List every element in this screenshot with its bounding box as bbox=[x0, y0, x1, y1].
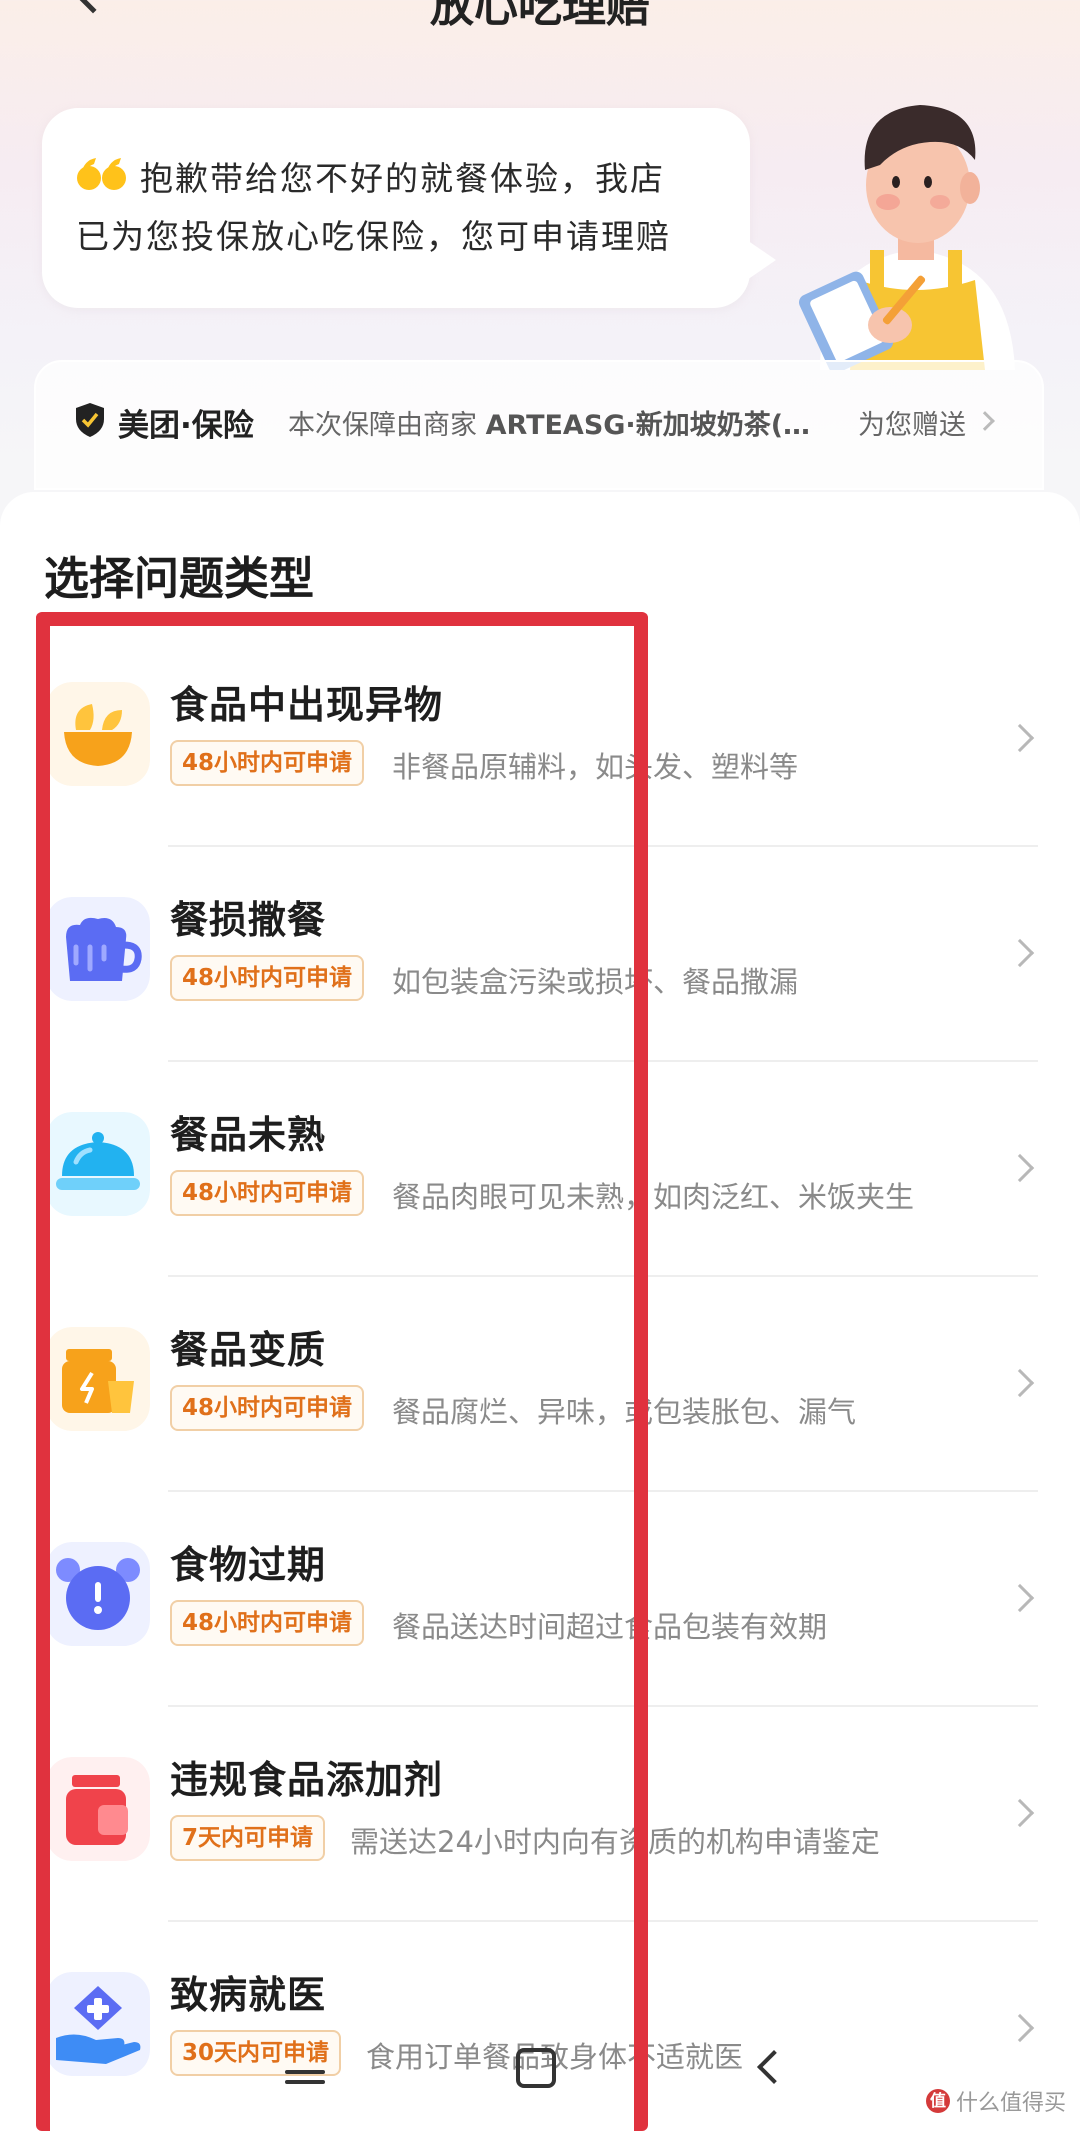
shield-check-icon bbox=[76, 403, 104, 437]
cloche-icon bbox=[46, 1112, 150, 1216]
issue-item-foreign-object[interactable]: 食品中出现异物 48小时内可申请 非餐品原辅料，如头发、塑料等 bbox=[0, 632, 1080, 847]
bubble-line-2: 已为您投保放心吃保险，您可申请理赔 bbox=[76, 217, 671, 256]
issue-name: 食物过期 bbox=[170, 1543, 327, 1587]
watermark-text: 什么值得买 bbox=[955, 2091, 1066, 2116]
issue-name: 食品中出现异物 bbox=[170, 683, 444, 727]
bubble-line-1: 抱歉带给您不好的就餐体验，我店 bbox=[140, 159, 665, 198]
chevron-right-icon bbox=[1005, 723, 1035, 753]
insurance-text-prefix: 本次保障由商家 bbox=[288, 410, 477, 441]
watermark-logo: 值 bbox=[925, 2089, 950, 2113]
issue-name: 餐品未熟 bbox=[170, 1113, 327, 1157]
spoiled-jar-icon bbox=[46, 1327, 150, 1431]
issue-description: 非餐品原辅料，如头发、塑料等 bbox=[392, 750, 799, 784]
issue-list: 食品中出现异物 48小时内可申请 非餐品原辅料，如头发、塑料等 餐损撒餐 48小… bbox=[0, 632, 1080, 2131]
insurance-strip[interactable]: 美团·保险 本次保障由商家 ARTEASG·新加坡奶茶(… 为您赠送 bbox=[34, 360, 1044, 490]
chevron-right-icon bbox=[1005, 1798, 1035, 1828]
waiter-character-illustration bbox=[799, 105, 1015, 370]
bottle-icon bbox=[46, 1757, 150, 1861]
insurance-description: 本次保障由商家 ARTEASG·新加坡奶茶(… bbox=[288, 403, 810, 442]
time-limit-badge: 48小时内可申请 bbox=[170, 1170, 365, 1216]
chevron-right-icon bbox=[1005, 938, 1035, 968]
spilled-cup-icon bbox=[46, 897, 150, 1001]
time-limit-badge: 48小时内可申请 bbox=[170, 955, 365, 1001]
issue-name: 餐品变质 bbox=[170, 1328, 327, 1372]
apology-bubble: 抱歉带给您不好的就餐体验，我店 已为您投保放心吃保险，您可申请理赔 bbox=[42, 108, 776, 308]
time-limit-badge: 48小时内可申请 bbox=[170, 1600, 365, 1646]
issue-description: 餐品肉眼可见未熟，如肉泛红、米饭夹生 bbox=[392, 1180, 915, 1214]
watermark: 值 什么值得买 bbox=[925, 2085, 1066, 2117]
chevron-right-icon bbox=[1005, 1153, 1035, 1183]
issue-name: 餐损撒餐 bbox=[170, 898, 327, 942]
home-icon[interactable] bbox=[516, 2048, 556, 2088]
issue-name: 违规食品添加剂 bbox=[170, 1758, 444, 1802]
chevron-right-icon bbox=[1005, 1368, 1035, 1398]
bowl-icon bbox=[46, 682, 150, 786]
medical-hand-icon bbox=[46, 1972, 150, 2076]
menu-icon[interactable] bbox=[285, 2070, 325, 2092]
time-limit-badge: 48小时内可申请 bbox=[170, 740, 365, 786]
issue-type-card: 选择问题类型 食品中出现异物 48小时内可申请 非餐品原辅料，如头发、塑料等 餐… bbox=[0, 492, 1080, 2131]
issue-name: 致病就医 bbox=[170, 1973, 327, 2017]
time-limit-badge: 48小时内可申请 bbox=[170, 1385, 365, 1431]
merchant-name: ARTEASG·新加坡奶茶(… bbox=[485, 410, 811, 441]
chevron-right-icon bbox=[1005, 2013, 1035, 2043]
issue-description: 餐品腐烂、异味，或包装胀包、漏气 bbox=[392, 1395, 857, 1429]
top-nav-bar: 放心吃理赔 bbox=[0, 0, 1080, 32]
page-title: 放心吃理赔 bbox=[430, 0, 650, 32]
issue-item-undercooked[interactable]: 餐品未熟 48小时内可申请 餐品肉眼可见未熟，如肉泛红、米饭夹生 bbox=[0, 1062, 1080, 1277]
issue-item-additive[interactable]: 违规食品添加剂 7天内可申请 需送达24小时内向有资质的机构申请鉴定 bbox=[0, 1707, 1080, 1922]
insurance-brand: 美团·保险 bbox=[118, 408, 254, 444]
insurance-gift-label: 为您赠送 bbox=[858, 410, 966, 441]
alarm-clock-icon bbox=[46, 1542, 150, 1646]
time-limit-badge: 7天内可申请 bbox=[170, 1815, 326, 1861]
issue-item-spoiled[interactable]: 餐品变质 48小时内可申请 餐品腐烂、异味，或包装胀包、漏气 bbox=[0, 1277, 1080, 1492]
chevron-right-icon bbox=[1005, 1583, 1035, 1613]
issue-description: 餐品送达时间超过食品包装有效期 bbox=[392, 1610, 828, 1644]
chevron-right-icon bbox=[975, 411, 995, 431]
issue-description: 如包装盒污染或损坏、餐品撒漏 bbox=[392, 965, 799, 999]
quote-icon bbox=[77, 158, 126, 190]
section-title: 选择问题类型 bbox=[44, 552, 315, 605]
issue-item-expired[interactable]: 食物过期 48小时内可申请 餐品送达时间超过食品包装有效期 bbox=[0, 1492, 1080, 1707]
issue-description: 需送达24小时内向有资质的机构申请鉴定 bbox=[350, 1825, 880, 1859]
issue-item-illness[interactable]: 致病就医 30天内可申请 食用订单餐品致身体不适就医 bbox=[0, 1922, 1080, 2131]
issue-item-spilled[interactable]: 餐损撒餐 48小时内可申请 如包装盒污染或损坏、餐品撒漏 bbox=[0, 847, 1080, 1062]
